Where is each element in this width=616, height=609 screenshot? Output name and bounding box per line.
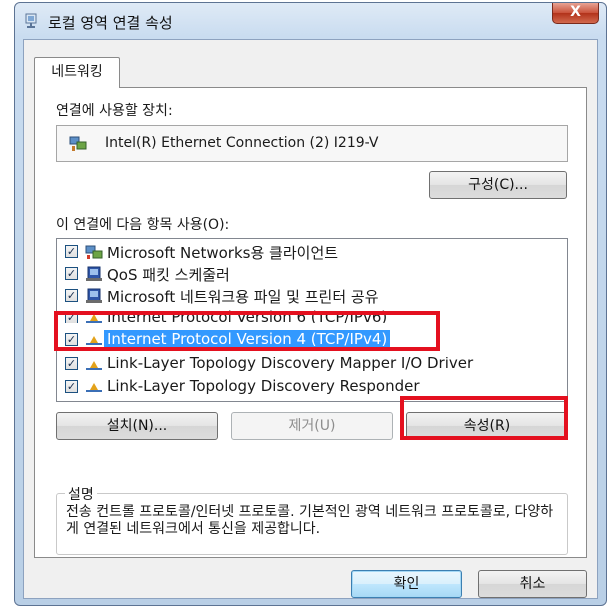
list-item[interactable]: ✓ Link-Layer Topology Discovery Responde… [61,376,561,398]
description-text: 전송 컨트롤 프로토콜/인터넷 프로토콜. 기본적인 광역 네트워크 프로토콜로… [66,504,554,537]
list-item[interactable]: ✓ Microsoft Networks용 클라이언트 [61,241,561,263]
item-label: Microsoft 네트워크용 파일 및 프린터 공유 [107,288,379,306]
close-button[interactable]: X [552,3,599,24]
network-client-icon [85,245,103,259]
install-button[interactable]: 설치(N)... [56,412,218,440]
protocol-icon [86,361,102,370]
item-label: Link-Layer Topology Discovery Mapper I/O… [107,357,474,372]
properties-highlight-box [400,396,568,440]
item-label: Microsoft Networks용 클라이언트 [107,244,339,262]
item-checkbox[interactable]: ✓ [65,357,78,370]
qos-service-icon [86,266,102,281]
item-label: QoS 패킷 스케줄러 [107,266,230,284]
cancel-button[interactable]: 취소 [478,570,587,598]
item-checkbox[interactable]: ✓ [65,289,78,302]
tab-networking[interactable]: 네트워킹 [34,57,120,88]
protocol-icon [86,383,102,392]
title-bar[interactable]: 로컬 영역 연결 속성 X [15,3,606,39]
item-label: Link-Layer Topology Discovery Responder [107,377,420,395]
list-item[interactable]: ✓ QoS 패킷 스케줄러 [61,263,561,285]
ipv4-highlight-box [54,311,440,351]
uninstall-button[interactable]: 제거(U) [231,412,393,440]
properties-window: 로컬 영역 연결 속성 X 네트워킹 연결에 사용할 장치: Intel(R) … [14,2,607,606]
configure-button[interactable]: 구성(C)... [429,171,567,199]
list-item[interactable]: ✓ Link-Layer Topology Discovery Mapper I… [61,357,561,375]
connect-using-label: 연결에 사용할 장치: [56,103,173,119]
device-field: Intel(R) Ethernet Connection (2) I219-V [56,125,568,162]
window-title: 로컬 영역 연결 속성 [48,14,173,32]
description-group: 설명 전송 컨트롤 프로토콜/인터넷 프로토콜. 기본적인 광역 네트워크 프로… [56,484,568,555]
item-checkbox[interactable]: ✓ [65,267,78,280]
device-name: Intel(R) Ethernet Connection (2) I219-V [105,135,379,151]
items-section-label: 이 연결에 다음 항목 사용(O): [56,217,230,233]
network-adapter-icon [25,13,37,28]
item-checkbox[interactable]: ✓ [65,245,78,258]
ok-button[interactable]: 확인 [351,570,462,598]
item-checkbox[interactable]: ✓ [65,380,78,393]
list-item[interactable]: ✓ Microsoft 네트워크용 파일 및 프린터 공유 [61,285,561,307]
ethernet-adapter-icon [69,136,87,151]
description-title: 설명 [65,484,97,504]
file-printer-sharing-icon [86,288,102,303]
